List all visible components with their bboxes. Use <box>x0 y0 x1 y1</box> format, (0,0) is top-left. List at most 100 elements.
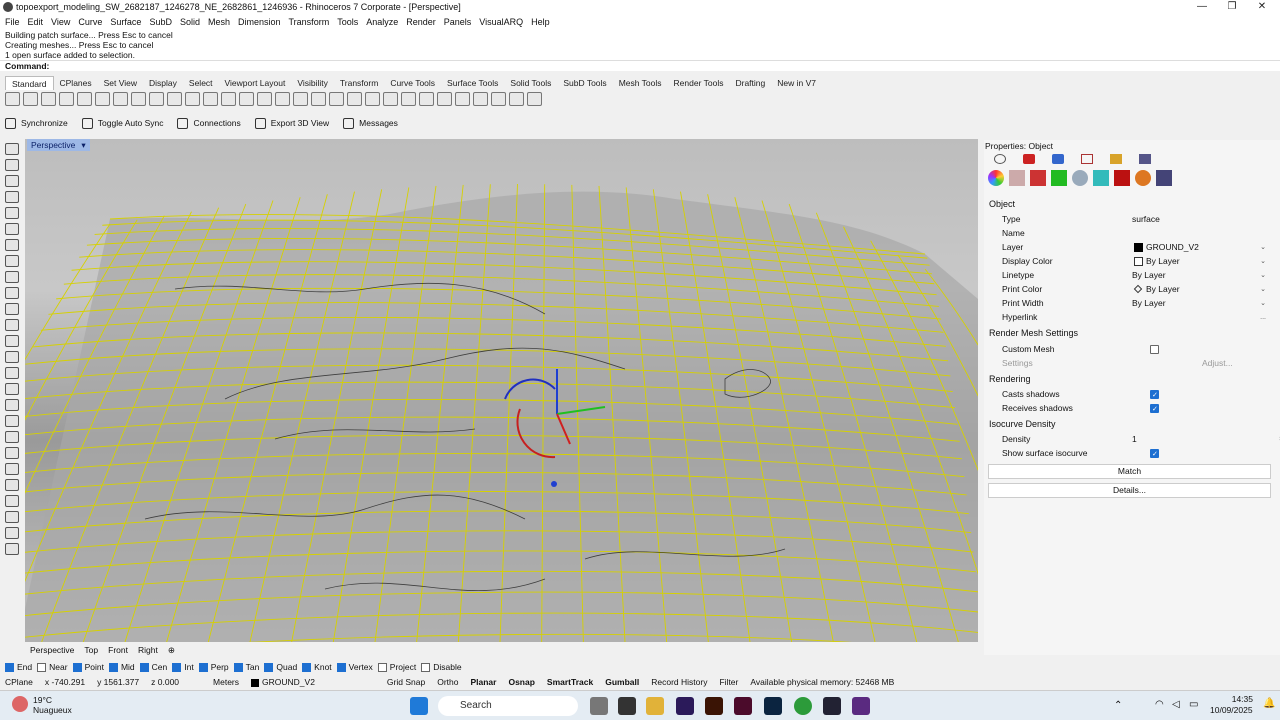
menu-item-dimension[interactable]: Dimension <box>238 17 281 27</box>
shade-icon[interactable] <box>347 92 362 106</box>
filter-toggle[interactable]: Filter <box>719 677 738 687</box>
displacement-icon[interactable] <box>1093 170 1109 186</box>
toolbar-tab-solid-tools[interactable]: Solid Tools <box>504 76 557 90</box>
curve-icon[interactable] <box>5 191 19 203</box>
taskbar-search[interactable]: Search <box>438 696 578 716</box>
undo-icon[interactable] <box>149 92 164 106</box>
weather-icon[interactable] <box>12 696 28 712</box>
lock-icon[interactable] <box>383 92 398 106</box>
menu-item-edit[interactable]: Edit <box>28 17 44 27</box>
current-layer[interactable]: GROUND_V2 <box>251 677 327 687</box>
file-explorer-icon[interactable] <box>646 697 664 715</box>
edge-softening-icon[interactable] <box>1114 170 1130 186</box>
options-icon[interactable] <box>491 92 506 106</box>
decal-icon[interactable] <box>1030 170 1046 186</box>
adjust-button[interactable]: Adjust... <box>1202 357 1233 370</box>
calendar-app-icon[interactable] <box>618 697 636 715</box>
units-label[interactable]: Meters <box>213 677 239 687</box>
brush-icon[interactable] <box>1009 170 1025 186</box>
prop-value-print-color[interactable]: By Layer <box>1132 283 1180 296</box>
array-icon[interactable] <box>5 463 19 475</box>
tab-perspective[interactable]: Perspective <box>30 645 74 655</box>
pan-icon[interactable] <box>167 92 182 106</box>
tab-right[interactable]: Right <box>138 645 158 655</box>
toolbar-tab-surface-tools[interactable]: Surface Tools <box>441 76 504 90</box>
chevron-up-icon[interactable]: ⌃ <box>1114 700 1122 711</box>
polyline-icon[interactable] <box>5 175 19 187</box>
toolbar-tab-render-tools[interactable]: Render Tools <box>668 76 730 90</box>
transform-icon[interactable] <box>5 431 19 443</box>
new-icon[interactable] <box>5 92 20 106</box>
chevron-down-icon[interactable]: ⌄ <box>1260 241 1266 254</box>
select-icon[interactable] <box>5 143 19 155</box>
osnap-checkbox[interactable] <box>139 662 149 672</box>
cplane-icon[interactable] <box>311 92 326 106</box>
record-history-toggle[interactable]: Record History <box>651 677 707 687</box>
indesign-icon[interactable] <box>734 697 752 715</box>
menu-item-tools[interactable]: Tools <box>337 17 358 27</box>
perspective-viewport[interactable] <box>25 139 978 642</box>
prop-value-linetype[interactable]: By Layer <box>1132 269 1166 282</box>
rectangle-icon[interactable] <box>5 255 19 267</box>
osnap-checkbox[interactable] <box>5 662 14 672</box>
windows-start-icon[interactable] <box>410 697 428 715</box>
hyperlink-browse-button[interactable]: ... <box>1260 311 1266 324</box>
toolbar-tab-select[interactable]: Select <box>183 76 219 90</box>
more-tools-icon[interactable] <box>5 543 19 555</box>
zoom-window-icon[interactable] <box>221 92 236 106</box>
menu-item-panels[interactable]: Panels <box>444 17 472 27</box>
layer-icon[interactable] <box>401 92 416 106</box>
osnap-checkbox[interactable] <box>37 662 47 672</box>
show-isocurve-checkbox[interactable] <box>1150 448 1159 461</box>
chevron-down-icon[interactable]: ⌄ <box>1260 283 1266 296</box>
explode-icon[interactable] <box>5 511 19 523</box>
toolbar-tab-standard[interactable]: Standard <box>5 75 54 90</box>
menu-item-analyze[interactable]: Analyze <box>366 17 398 27</box>
print-icon[interactable] <box>59 92 74 106</box>
surface-icon[interactable] <box>5 303 19 315</box>
rhino-taskbar-icon[interactable] <box>823 697 841 715</box>
osnap-checkbox[interactable] <box>108 662 118 672</box>
texture-tab-icon[interactable] <box>1052 154 1064 164</box>
viewport-label[interactable]: Perspective ▾ <box>27 139 90 151</box>
paste-icon[interactable] <box>131 92 146 106</box>
save-icon[interactable] <box>41 92 56 106</box>
environment-icon[interactable] <box>1072 170 1088 186</box>
arc-icon[interactable] <box>5 223 19 235</box>
freeform-icon[interactable] <box>5 287 19 299</box>
osnap-disable[interactable]: Disable <box>421 662 462 672</box>
osnap-near[interactable]: Near <box>37 662 68 672</box>
osnap-int[interactable]: Int <box>172 662 194 672</box>
custom-mesh-checkbox[interactable] <box>1150 345 1159 354</box>
volume-icon[interactable]: ◁ <box>1172 699 1180 710</box>
decal-tab-icon[interactable] <box>1081 154 1093 164</box>
circle-icon[interactable] <box>5 207 19 219</box>
point-icon[interactable] <box>5 159 19 171</box>
zoom-icon[interactable] <box>203 92 218 106</box>
grid-snap-toggle[interactable]: Grid Snap <box>387 677 425 687</box>
clock-time[interactable]: 14:35 <box>1225 694 1253 704</box>
osnap-toggle[interactable]: Osnap <box>508 677 534 687</box>
osnap-mid[interactable]: Mid <box>108 662 135 672</box>
chevron-down-icon[interactable]: ⌄ <box>1260 297 1266 310</box>
polygon-icon[interactable] <box>5 271 19 283</box>
wireframe-icon[interactable] <box>365 92 380 106</box>
connections-button[interactable]: Connections <box>177 117 241 129</box>
mapping-icon[interactable] <box>1051 170 1067 186</box>
import-icon[interactable] <box>77 92 92 106</box>
command-prompt[interactable]: Command: <box>0 60 1280 71</box>
smarttrack-toggle[interactable]: SmartTrack <box>547 677 593 687</box>
details-button[interactable]: Details... <box>988 483 1271 498</box>
cylinder-icon[interactable] <box>5 351 19 363</box>
osnap-tan[interactable]: Tan <box>233 662 259 672</box>
image-tab-icon[interactable] <box>1139 154 1151 164</box>
osnap-checkbox[interactable] <box>336 662 346 672</box>
menu-item-curve[interactable]: Curve <box>78 17 102 27</box>
gumball-toggle[interactable]: Gumball <box>605 677 639 687</box>
osnap-end[interactable]: End <box>5 662 32 672</box>
zoom-selected-icon[interactable] <box>257 92 272 106</box>
toolbar-tab-new-in-v7[interactable]: New in V7 <box>771 76 822 90</box>
split-icon[interactable] <box>5 479 19 491</box>
toolbar-tab-transform[interactable]: Transform <box>334 76 384 90</box>
battery-icon[interactable]: ▭ <box>1189 699 1198 710</box>
